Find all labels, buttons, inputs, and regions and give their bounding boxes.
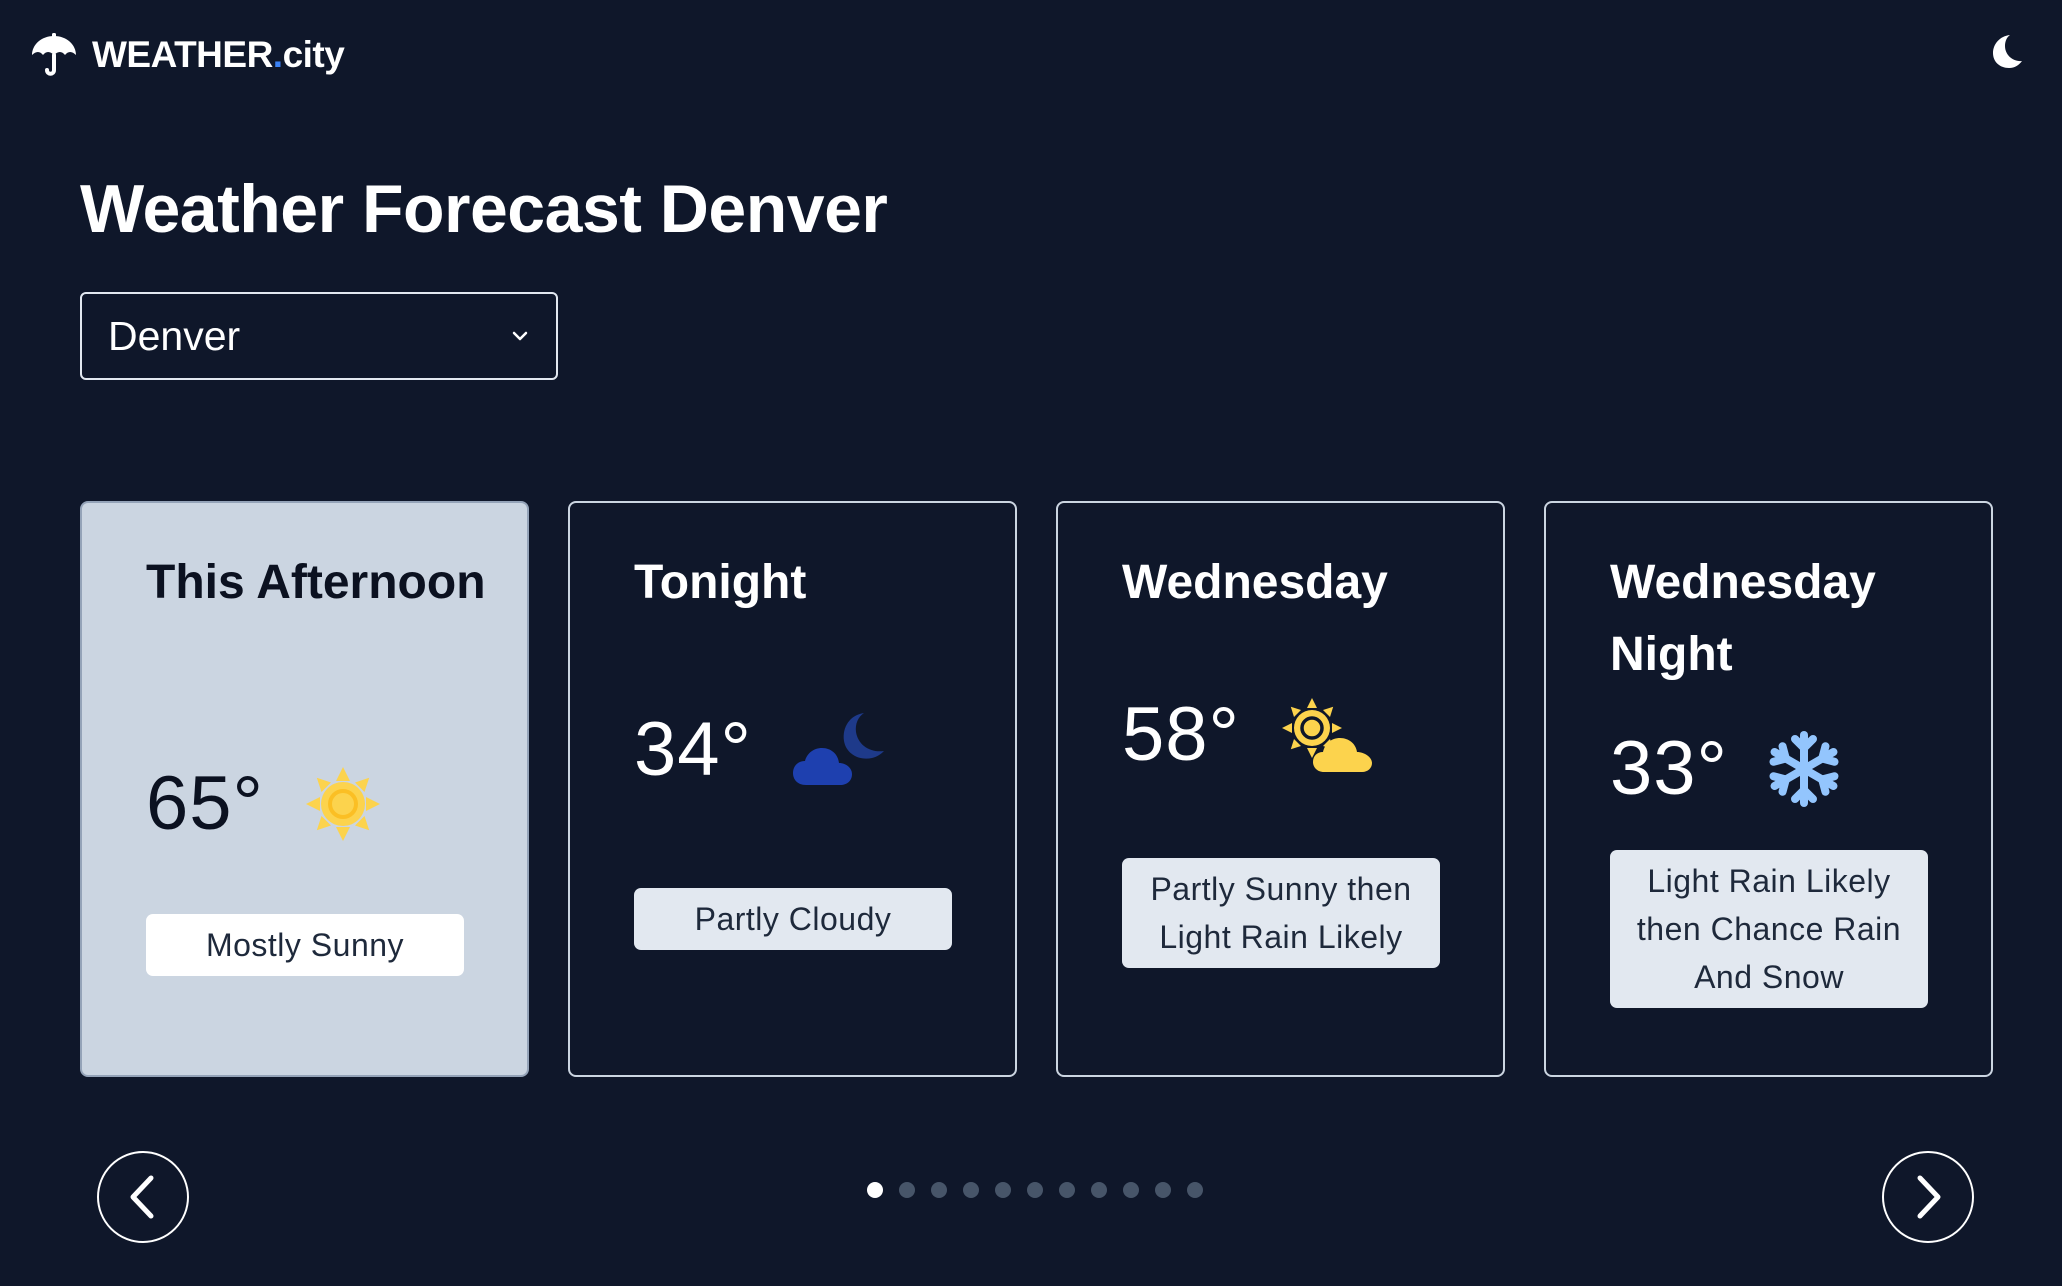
brand-name-suffix: city [282,34,345,75]
city-select[interactable]: Denver [80,292,558,380]
pagination-dot[interactable] [963,1182,979,1198]
forecast-card-tonight[interactable]: Tonight 34° Partly Cloudy [568,501,1017,1077]
forecast-period: Tonight [634,556,807,609]
temperature-row: 34° [634,711,888,789]
next-button[interactable] [1882,1151,1974,1243]
moon-icon [1986,32,2024,75]
cloud-moon-icon [792,711,888,789]
forecast-description: Light Rain Likely then Chance Rain And S… [1610,850,1928,1008]
brand-name-dot: . [272,34,283,75]
forecast-description: Partly Cloudy [634,888,952,950]
previous-button[interactable] [97,1151,189,1243]
pagination-dot[interactable] [1027,1182,1043,1198]
pagination-dot[interactable] [1091,1182,1107,1198]
pagination-dot[interactable] [899,1182,915,1198]
sun-cloud-icon [1280,696,1374,774]
temperature: 65° [146,761,264,846]
city-select-value: Denver [108,312,241,359]
forecast-carousel: This Afternoon 65° Mostly Sunny Tonight … [80,501,1993,1077]
forecast-card-this-afternoon[interactable]: This Afternoon 65° Mostly Sunny [80,501,529,1077]
pagination-dot[interactable] [995,1182,1011,1198]
forecast-period: This Afternoon [146,556,486,609]
forecast-card-wednesday-night[interactable]: Wednesday Night 33° Light Rain Likely th… [1544,501,1993,1077]
temperature: 34° [634,707,752,792]
pagination-dot[interactable] [931,1182,947,1198]
pagination-dot[interactable] [867,1182,883,1198]
umbrella-icon [30,32,78,78]
temperature-row: 33° [1610,730,1840,808]
top-bar: WEATHER.city [0,0,2062,110]
temperature-row: 65° [146,765,382,843]
forecast-card-wednesday[interactable]: Wednesday 58° Partly Sunny then Light Ra… [1056,501,1505,1077]
pagination-dot[interactable] [1187,1182,1203,1198]
forecast-description: Mostly Sunny [146,914,464,976]
pagination-dot[interactable] [1059,1182,1075,1198]
brand-logo[interactable]: WEATHER.city [30,30,345,80]
pagination-dot[interactable] [1155,1182,1171,1198]
forecast-description: Partly Sunny then Light Rain Likely [1122,858,1440,968]
carousel-pagination [867,1182,1203,1198]
forecast-period: Wednesday [1122,556,1388,609]
forecast-period: Wednesday Night [1610,556,1876,681]
page-title: Weather Forecast Denver [80,171,888,247]
chevron-down-icon [510,329,530,343]
temperature: 58° [1122,692,1240,777]
temperature: 33° [1610,726,1728,811]
pagination-dot[interactable] [1123,1182,1139,1198]
chevron-left-icon [123,1172,163,1222]
snowflake-icon [1768,730,1840,808]
brand-name: WEATHER.city [92,34,345,76]
theme-toggle-button[interactable] [1982,30,2028,76]
temperature-row: 58° [1122,696,1374,774]
chevron-right-icon [1908,1172,1948,1222]
sun-icon [304,765,382,843]
brand-name-main: WEATHER [92,34,273,75]
